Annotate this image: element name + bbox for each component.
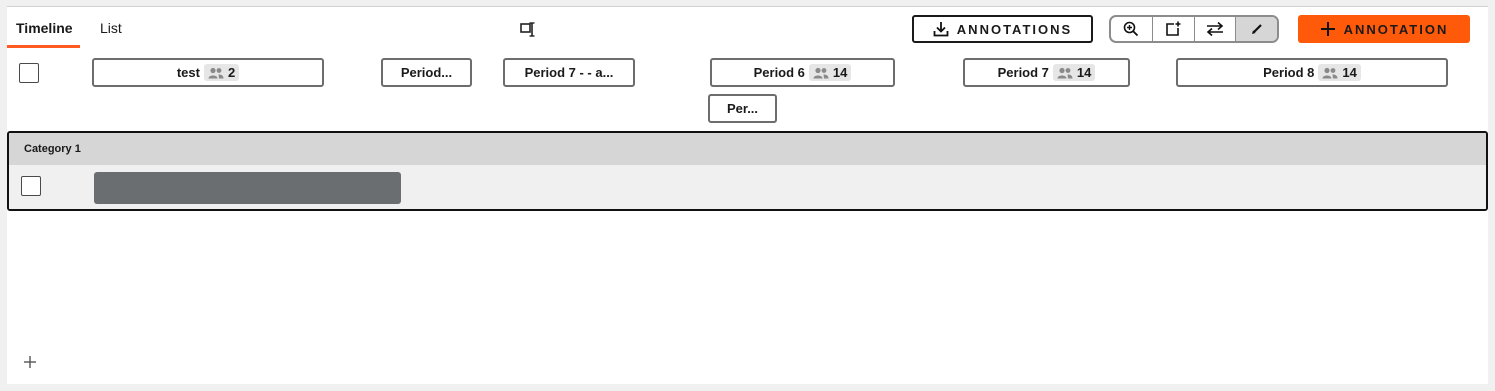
- period-chip[interactable]: Period 8 14: [1176, 58, 1448, 87]
- timeline-bar[interactable]: [94, 172, 401, 204]
- people-icon: [1057, 67, 1073, 78]
- period-chip[interactable]: Period 7 - - a...: [503, 58, 635, 87]
- period-name: Period 8: [1263, 65, 1315, 80]
- member-count-badge: 14: [1052, 64, 1096, 81]
- text-select-cursor-icon: [520, 22, 535, 37]
- add-annotation-label: ANNOTATION: [1343, 21, 1449, 37]
- zoom-in-button[interactable]: [1111, 17, 1153, 41]
- download-annotations-button[interactable]: ANNOTATIONS: [912, 15, 1093, 43]
- active-tab-indicator: [7, 45, 80, 48]
- period-name: Period 7 - - a...: [524, 65, 614, 80]
- category-group: Category 1: [7, 131, 1488, 211]
- zoom-in-icon: [1124, 21, 1139, 37]
- member-count-badge: 2: [203, 64, 240, 81]
- row-checkbox[interactable]: [21, 176, 41, 196]
- period-name: Per...: [726, 101, 759, 116]
- download-annotations-label: ANNOTATIONS: [956, 21, 1073, 37]
- pen-icon: [1251, 24, 1262, 34]
- tab-timeline[interactable]: Timeline: [16, 20, 73, 36]
- people-icon: [1322, 67, 1338, 78]
- period-chip[interactable]: test 2: [92, 58, 324, 87]
- tab-list[interactable]: List: [100, 20, 122, 36]
- period-name: Period...: [400, 65, 453, 80]
- download-icon: [933, 22, 949, 37]
- people-icon: [208, 67, 224, 78]
- category-title: Category 1: [24, 143, 81, 155]
- member-count: 14: [832, 65, 848, 80]
- member-count-badge: 14: [1318, 64, 1361, 81]
- member-count: 14: [1342, 65, 1357, 80]
- member-count: 2: [227, 65, 236, 80]
- add-category-icon[interactable]: [23, 355, 37, 369]
- period-name: Period 7: [997, 65, 1049, 80]
- add-annotation-button[interactable]: ANNOTATION: [1298, 15, 1470, 43]
- period-chip[interactable]: Period...: [381, 58, 472, 87]
- add-frame-button[interactable]: [1153, 17, 1195, 41]
- period-name: Period 6: [753, 65, 805, 80]
- category-row: [9, 165, 1486, 209]
- view-tool-group: [1109, 15, 1279, 43]
- period-chip[interactable]: Period 7 14: [963, 58, 1130, 87]
- add-frame-icon: [1166, 21, 1181, 36]
- swap-icon: [1206, 21, 1224, 37]
- pen-tool-button[interactable]: [1236, 17, 1277, 41]
- swap-button[interactable]: [1195, 17, 1237, 41]
- period-chip[interactable]: Per...: [708, 94, 777, 123]
- period-name: test: [176, 65, 200, 80]
- select-all-checkbox[interactable]: [19, 63, 39, 83]
- period-chip[interactable]: Period 6 14: [710, 58, 895, 87]
- category-header: Category 1: [9, 133, 1486, 165]
- people-icon: [813, 67, 829, 78]
- timeline-panel: Timeline List ANNOTATIONS ANNOTATION tes…: [7, 6, 1488, 384]
- member-count-badge: 14: [808, 64, 852, 81]
- plus-icon: [1320, 22, 1335, 36]
- member-count: 14: [1076, 65, 1092, 80]
